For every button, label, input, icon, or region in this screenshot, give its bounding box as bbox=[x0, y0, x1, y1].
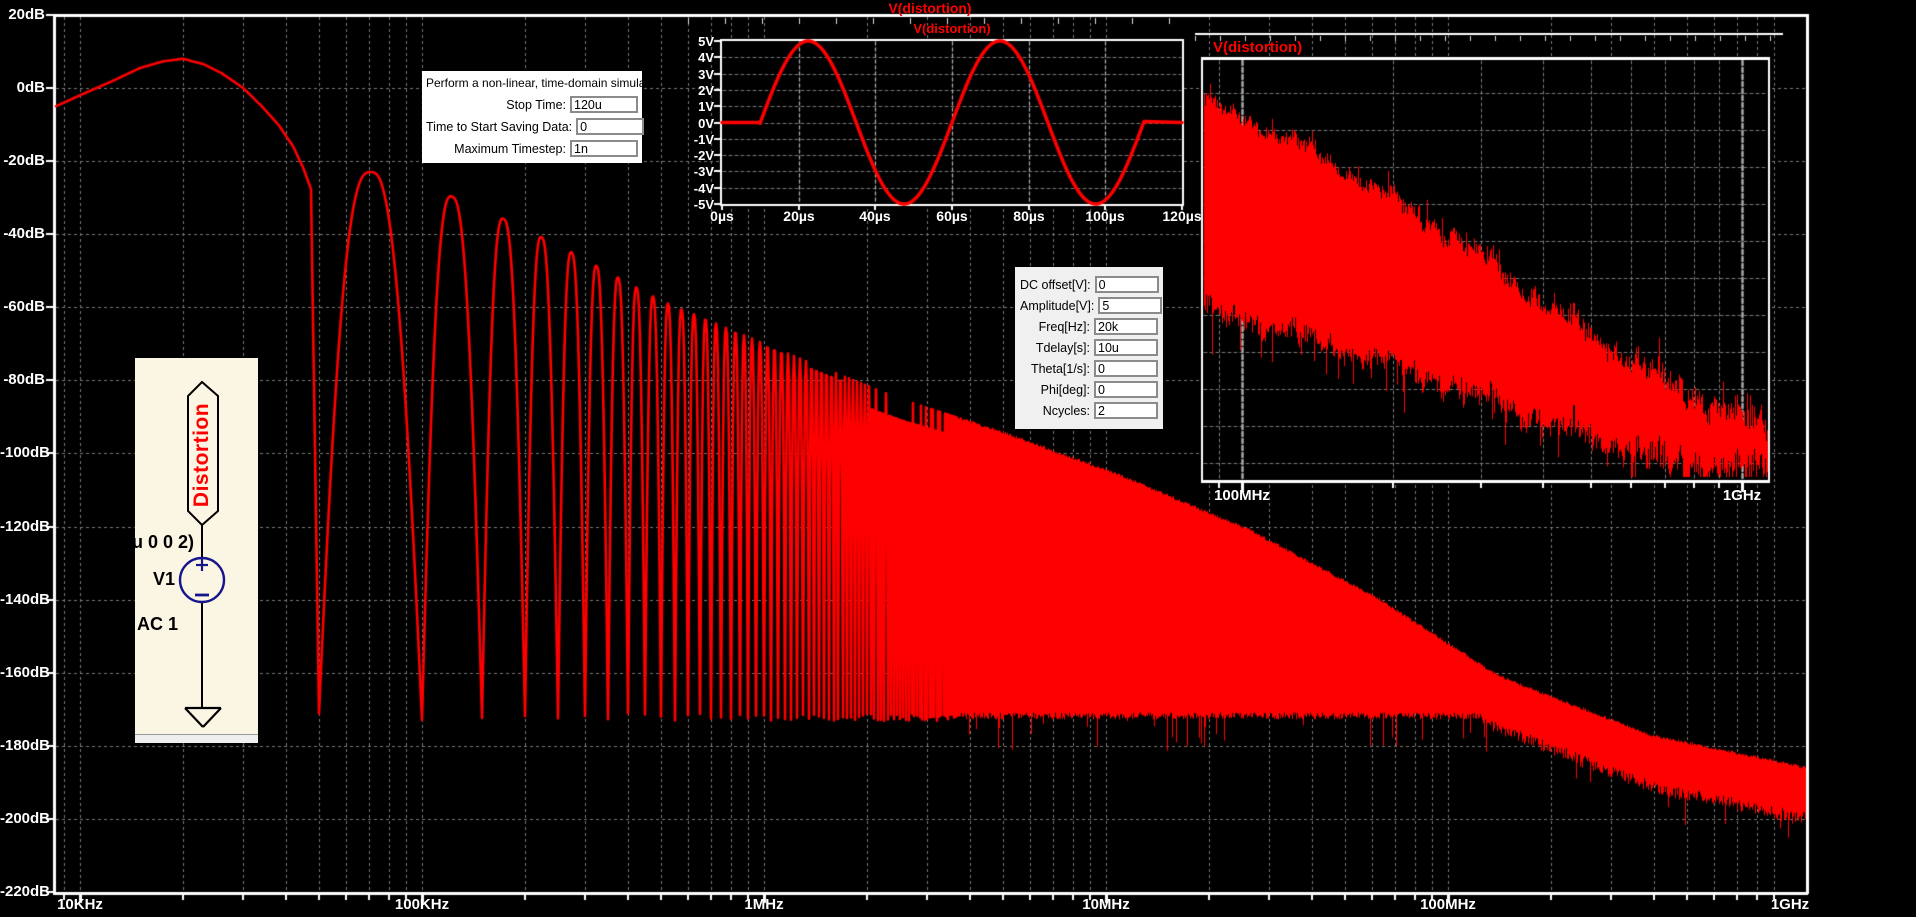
param-field-row: Theta[1/s]: bbox=[1020, 360, 1158, 377]
main-y-axis-label: -40dB bbox=[3, 225, 45, 242]
time-y-axis-label: -2V bbox=[693, 148, 714, 163]
refdes-label[interactable]: V1 bbox=[153, 569, 175, 590]
time-y-axis-label: 1V bbox=[698, 99, 714, 114]
param-field-input[interactable] bbox=[1094, 360, 1158, 377]
main-y-axis-label: -100dB bbox=[0, 444, 51, 461]
param-field-input[interactable] bbox=[1094, 276, 1159, 293]
main-y-axis-label: -120dB bbox=[0, 518, 51, 535]
time-inset-title: V(distortion) bbox=[913, 21, 991, 36]
sim-field-row: Stop Time: bbox=[426, 96, 638, 113]
ground-icon bbox=[184, 707, 204, 728]
param-field-row: DC offset[V]: bbox=[1020, 276, 1159, 293]
sim-field-row: Time to Start Saving Data: bbox=[426, 118, 645, 135]
time-y-axis-label: -1V bbox=[693, 132, 714, 147]
param-field-label: Amplitude[V]: bbox=[1020, 298, 1095, 313]
fft-zoom-x-axis-label: 100MHz bbox=[1214, 487, 1270, 504]
param-field-label: DC offset[V]: bbox=[1020, 277, 1091, 292]
time-x-axis-label: 60µs bbox=[936, 208, 968, 224]
schematic-pane[interactable]: Distortion u 0 0 2) V1 AC 1 bbox=[135, 358, 258, 743]
sim-field-input[interactable] bbox=[570, 96, 638, 113]
time-x-axis-label: 0µs bbox=[710, 208, 734, 224]
param-field-row: Phi[deg]: bbox=[1020, 381, 1158, 398]
ground-icon bbox=[202, 707, 222, 728]
time-x-axis-label: 80µs bbox=[1013, 208, 1045, 224]
param-field-label: Theta[1/s]: bbox=[1030, 361, 1090, 376]
time-x-axis-label: 120µs bbox=[1162, 208, 1202, 224]
param-field-row: Tdelay[s]: bbox=[1020, 339, 1158, 356]
time-y-axis-label: -4V bbox=[693, 181, 714, 196]
param-field-input[interactable] bbox=[1094, 318, 1158, 335]
main-plot-title: V(distortion) bbox=[888, 0, 972, 16]
param-field-input[interactable] bbox=[1094, 339, 1158, 356]
time-y-axis-label: 5V bbox=[698, 34, 714, 49]
main-y-axis-label: -20dB bbox=[3, 152, 45, 169]
main-y-axis-label: -140dB bbox=[0, 591, 51, 608]
sim-field-input[interactable] bbox=[570, 140, 638, 157]
dialog-fields: DC offset[V]: Amplitude[V]: Freq[Hz]: Tdela… bbox=[1020, 276, 1163, 419]
param-field-row: Ncycles: bbox=[1020, 402, 1158, 419]
main-y-axis-label: -180dB bbox=[0, 737, 51, 754]
time-x-axis-label: 100µs bbox=[1085, 208, 1125, 224]
param-field-input[interactable] bbox=[1098, 297, 1163, 314]
main-x-axis-label: 100MHz bbox=[1420, 896, 1476, 913]
sim-field-label: Maximum Timestep: bbox=[454, 141, 566, 156]
param-field-label: Ncycles: bbox=[1042, 403, 1090, 418]
sim-field-label: Stop Time: bbox=[506, 97, 566, 112]
dialog-title: Perform a non-linear, time-domain simula… bbox=[426, 76, 669, 90]
sim-field-row: Maximum Timestep: bbox=[426, 140, 638, 157]
schematic-scrollbar[interactable] bbox=[135, 734, 258, 743]
param-field-input[interactable] bbox=[1094, 381, 1158, 398]
param-field-label: Freq[Hz]: bbox=[1038, 319, 1090, 334]
time-y-axis-label: 2V bbox=[698, 83, 714, 98]
dialog-fields: Stop Time: Time to Start Saving Data: Maxi… bbox=[426, 96, 645, 157]
plot-canvas[interactable] bbox=[0, 0, 1916, 917]
fft-zoom-title: V(distortion) bbox=[1213, 39, 1303, 56]
time-y-axis-label: -3V bbox=[693, 164, 714, 179]
net-label[interactable]: Distortion bbox=[190, 403, 214, 507]
time-x-axis-label: 20µs bbox=[783, 208, 815, 224]
time-y-axis-label: 0V bbox=[698, 116, 714, 131]
sim-field-label: Time to Start Saving Data: bbox=[426, 119, 573, 134]
time-x-axis-label: 40µs bbox=[859, 208, 891, 224]
ltspice-window: V(distortion) V(distortion) V(distortion… bbox=[0, 0, 1916, 917]
time-y-axis-label: 3V bbox=[698, 67, 714, 82]
main-x-axis-label: 10KHz bbox=[57, 896, 103, 913]
main-y-axis-label: 0dB bbox=[16, 79, 45, 96]
fft-zoom-x-axis-label: 1GHz bbox=[1722, 487, 1762, 504]
spice-directive-fragment: u 0 0 2) bbox=[135, 532, 195, 552]
param-field-row: Freq[Hz]: bbox=[1020, 318, 1158, 335]
param-field-row: Amplitude[V]: bbox=[1020, 297, 1163, 314]
sim-field-input[interactable] bbox=[576, 118, 645, 135]
main-y-axis-label: -160dB bbox=[0, 664, 51, 681]
main-x-axis-label: 100KHz bbox=[394, 896, 450, 913]
main-x-axis-label: 1GHz bbox=[1770, 896, 1810, 913]
main-y-axis-label: -60dB bbox=[3, 298, 45, 315]
sine-source-params-dialog: DC offset[V]: Amplitude[V]: Freq[Hz]: Tdela… bbox=[1015, 267, 1163, 429]
time-y-axis-label: 4V bbox=[698, 50, 714, 65]
main-y-axis-label: -80dB bbox=[3, 371, 45, 388]
param-field-input[interactable] bbox=[1094, 402, 1158, 419]
transient-settings-dialog: Perform a non-linear, time-domain simula… bbox=[422, 71, 669, 163]
main-y-axis-label: -200dB bbox=[0, 810, 51, 827]
main-y-axis-label: 20dB bbox=[8, 6, 45, 23]
param-field-label: Phi[deg]: bbox=[1040, 382, 1090, 397]
main-x-axis-label: 10MHz bbox=[1082, 896, 1130, 913]
main-x-axis-label: 1MHz bbox=[744, 896, 784, 913]
component-value-label[interactable]: AC 1 bbox=[137, 614, 178, 635]
param-field-label: Tdelay[s]: bbox=[1035, 340, 1090, 355]
